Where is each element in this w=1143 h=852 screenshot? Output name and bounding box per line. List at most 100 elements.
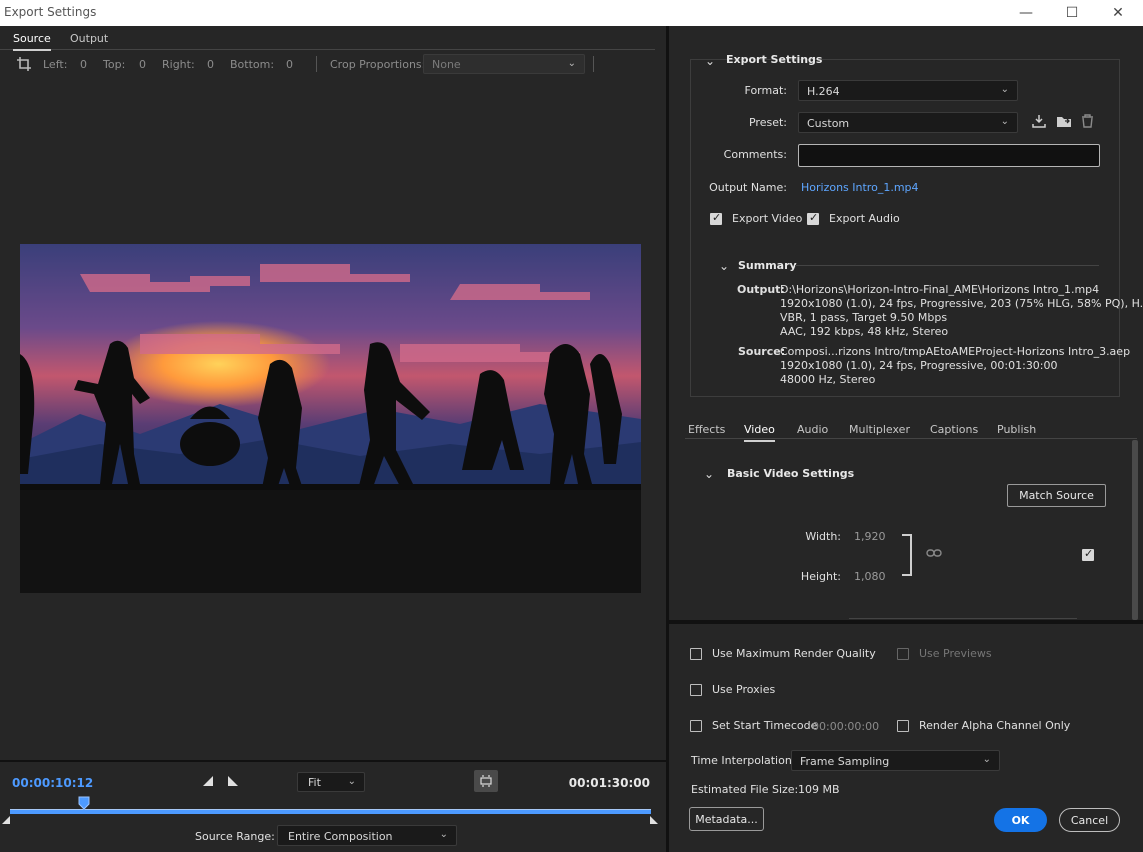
summary-output-label: Output: bbox=[737, 283, 785, 296]
window-title: Export Settings bbox=[4, 5, 97, 19]
crop-right-value[interactable]: 0 bbox=[207, 58, 214, 71]
crop-toolbar: Left: 0 Top: 0 Right: 0 Bottom: 0 Crop P… bbox=[0, 52, 660, 76]
export-video-checkbox[interactable] bbox=[710, 211, 722, 225]
width-label: Width: bbox=[805, 530, 841, 543]
match-source-button[interactable]: Match Source bbox=[1007, 484, 1106, 507]
close-icon[interactable]: ✕ bbox=[1095, 0, 1141, 26]
settings-panel: ⌄ Export Settings Format: H.264 ⌄ Preset… bbox=[669, 26, 1143, 852]
in-point-marker-icon[interactable] bbox=[2, 814, 12, 824]
export-audio-checkbox[interactable] bbox=[807, 211, 819, 225]
collapse-export-settings-icon[interactable]: ⌄ bbox=[705, 54, 715, 68]
crop-bottom-value[interactable]: 0 bbox=[286, 58, 293, 71]
tab-source[interactable]: Source bbox=[13, 32, 51, 51]
chevron-down-icon: ⌄ bbox=[1000, 116, 1009, 127]
tab-effects[interactable]: Effects bbox=[688, 423, 725, 436]
maximize-icon[interactable]: ☐ bbox=[1049, 0, 1095, 26]
crop-top-label: Top: bbox=[103, 58, 126, 71]
max-render-quality-checkbox[interactable] bbox=[690, 648, 702, 660]
tab-audio[interactable]: Audio bbox=[797, 423, 828, 436]
crop-bottom-label: Bottom: bbox=[230, 58, 275, 71]
output-name-link[interactable]: Horizons Intro_1.mp4 bbox=[801, 181, 919, 194]
tab-output[interactable]: Output bbox=[70, 32, 108, 45]
end-timecode: 00:01:30:00 bbox=[568, 776, 650, 790]
crop-left-label: Left: bbox=[43, 58, 68, 71]
summary-source-line: 1920x1080 (1.0), 24 fps, Progressive, 00… bbox=[780, 359, 1058, 372]
aspect-correction-button[interactable] bbox=[474, 770, 498, 792]
minimize-icon[interactable]: — bbox=[1003, 0, 1049, 26]
set-start-timecode-checkbox[interactable] bbox=[690, 720, 702, 732]
current-timecode[interactable]: 00:00:10:12 bbox=[12, 776, 93, 790]
match-source-dimensions-checkbox[interactable] bbox=[1082, 547, 1094, 561]
use-proxies-label: Use Proxies bbox=[712, 683, 776, 696]
render-alpha-label: Render Alpha Channel Only bbox=[919, 719, 1071, 732]
estimated-file-size-label: Estimated File Size: bbox=[691, 783, 799, 796]
crop-proportions-select[interactable]: None ⌄ bbox=[423, 54, 585, 74]
comments-input[interactable] bbox=[798, 144, 1100, 167]
source-range-select[interactable]: Entire Composition ⌄ bbox=[277, 825, 457, 846]
settings-scrollbar[interactable] bbox=[1132, 440, 1138, 620]
divider bbox=[795, 265, 1099, 266]
height-label: Height: bbox=[800, 570, 841, 583]
source-output-tabs: Source Output bbox=[0, 26, 655, 51]
crop-proportions-label: Crop Proportions: bbox=[330, 58, 426, 71]
set-start-timecode-label: Set Start Timecode bbox=[712, 719, 818, 732]
ok-button[interactable]: OK bbox=[994, 808, 1047, 832]
chevron-down-icon: ⌄ bbox=[439, 829, 448, 840]
cancel-button[interactable]: Cancel bbox=[1059, 808, 1120, 832]
height-value[interactable]: 1,080 bbox=[854, 570, 886, 583]
crop-top-value[interactable]: 0 bbox=[139, 58, 146, 71]
summary-output-line: 1920x1080 (1.0), 24 fps, Progressive, 20… bbox=[780, 297, 1143, 310]
preset-select[interactable]: Custom ⌄ bbox=[798, 112, 1018, 133]
tab-multiplexer[interactable]: Multiplexer bbox=[849, 423, 910, 436]
export-settings-header: Export Settings bbox=[726, 53, 823, 66]
set-out-point-icon[interactable] bbox=[228, 776, 238, 786]
summary-output-line: AAC, 192 kbps, 48 kHz, Stereo bbox=[780, 325, 949, 338]
import-preset-icon[interactable] bbox=[1056, 114, 1072, 128]
chevron-down-icon: ⌄ bbox=[982, 754, 991, 765]
format-select[interactable]: H.264 ⌄ bbox=[798, 80, 1018, 101]
summary-header: Summary bbox=[738, 259, 797, 272]
section-divider bbox=[669, 620, 1143, 624]
crop-icon[interactable] bbox=[16, 56, 32, 72]
time-interpolation-value: Frame Sampling bbox=[800, 755, 890, 768]
playhead-icon[interactable] bbox=[78, 796, 90, 812]
tab-video[interactable]: Video bbox=[744, 423, 775, 442]
source-panel: Source Output Left: 0 Top: 0 Right: 0 Bo… bbox=[0, 26, 666, 852]
collapse-summary-icon[interactable]: ⌄ bbox=[719, 259, 729, 273]
preset-value: Custom bbox=[807, 117, 850, 130]
crop-right-label: Right: bbox=[162, 58, 195, 71]
summary-output-line: VBR, 1 pass, Target 9.50 Mbps bbox=[780, 311, 948, 324]
render-alpha-checkbox[interactable] bbox=[897, 720, 909, 732]
tab-captions[interactable]: Captions bbox=[930, 423, 978, 436]
comments-label: Comments: bbox=[723, 148, 787, 161]
collapse-basic-video-icon[interactable]: ⌄ bbox=[704, 467, 714, 481]
use-proxies-checkbox[interactable] bbox=[690, 684, 702, 696]
width-value[interactable]: 1,920 bbox=[854, 530, 886, 543]
max-render-quality-label: Use Maximum Render Quality bbox=[712, 647, 876, 660]
chevron-down-icon: ⌄ bbox=[1000, 84, 1009, 95]
time-interpolation-label: Time Interpolation: bbox=[691, 754, 796, 767]
aspect-icon bbox=[480, 775, 492, 787]
output-name-label: Output Name: bbox=[709, 181, 787, 194]
summary-output-line: D:\Horizons\Horizon-Intro-Final_AME\Hori… bbox=[780, 283, 1100, 296]
delete-preset-icon[interactable] bbox=[1081, 114, 1094, 128]
tab-publish[interactable]: Publish bbox=[997, 423, 1036, 436]
zoom-fit-select[interactable]: Fit ⌄ bbox=[297, 772, 365, 792]
source-range-label: Source Range: bbox=[195, 830, 275, 843]
preview-image bbox=[20, 244, 641, 593]
export-audio-label: Export Audio bbox=[829, 212, 900, 225]
summary-source-label: Source: bbox=[738, 345, 786, 358]
link-icon[interactable] bbox=[926, 548, 942, 558]
video-preview[interactable] bbox=[20, 244, 641, 593]
summary-source-line: 48000 Hz, Stereo bbox=[780, 373, 876, 386]
format-label: Format: bbox=[744, 84, 787, 97]
time-interpolation-select[interactable]: Frame Sampling ⌄ bbox=[791, 750, 1000, 771]
metadata-button[interactable]: Metadata... bbox=[689, 807, 764, 831]
crop-proportions-value: None bbox=[432, 58, 461, 71]
set-in-point-icon[interactable] bbox=[203, 776, 213, 786]
timeline-track[interactable] bbox=[10, 810, 651, 814]
out-point-marker-icon[interactable] bbox=[650, 814, 660, 824]
crop-left-value[interactable]: 0 bbox=[80, 58, 87, 71]
basic-video-settings-header: Basic Video Settings bbox=[727, 467, 855, 480]
save-preset-icon[interactable] bbox=[1032, 114, 1046, 128]
